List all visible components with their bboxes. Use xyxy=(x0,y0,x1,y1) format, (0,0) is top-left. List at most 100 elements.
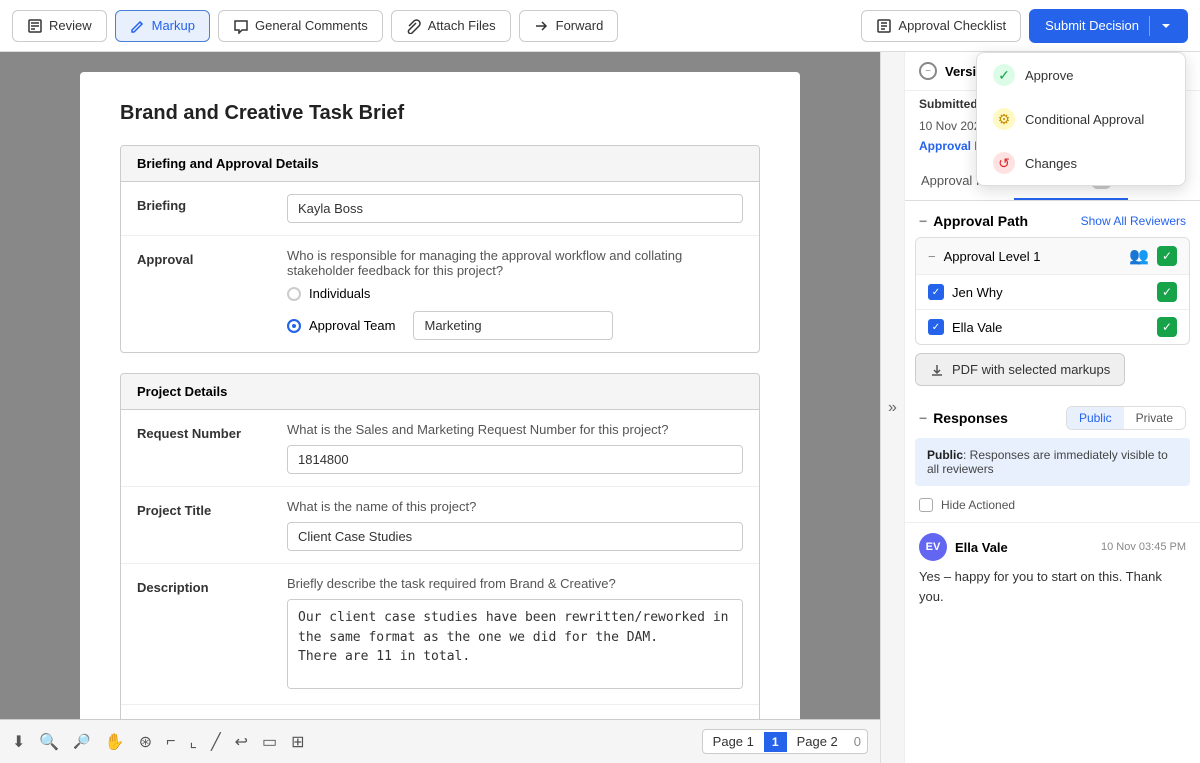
changes-label: Changes xyxy=(1025,156,1077,171)
show-all-reviewers-link[interactable]: Show All Reviewers xyxy=(1081,214,1186,228)
radio-team-row: Approval Team xyxy=(287,311,743,340)
toggle-private[interactable]: Private xyxy=(1124,407,1185,429)
markup-label: Markup xyxy=(152,18,195,33)
pdf-button-label: PDF with selected markups xyxy=(952,362,1110,377)
description-textarea[interactable]: Our client case studies have been rewrit… xyxy=(287,599,743,689)
approve-label: Approve xyxy=(1025,68,1073,83)
request-number-content: What is the Sales and Marketing Request … xyxy=(287,422,743,474)
radio-group: Individuals Approval Team xyxy=(287,286,743,340)
submit-decision-dropdown: ✓ Approve ⚙ Conditional Approval ↺ Chang… xyxy=(976,52,1186,186)
briefing-label: Briefing xyxy=(137,194,267,213)
markup-button[interactable]: Markup xyxy=(115,10,210,42)
document-paper: Brand and Creative Task Brief Briefing a… xyxy=(80,72,800,719)
approve-icon: ✓ xyxy=(993,64,1015,86)
page2-button[interactable]: Page 2 xyxy=(787,730,848,753)
approval-content: Who is responsible for managing the appr… xyxy=(287,248,743,340)
comment-time: 10 Nov 03:45 PM xyxy=(1101,541,1186,553)
project-title-row: Project Title What is the name of this p… xyxy=(121,487,759,564)
reviewer-checkbox-1[interactable]: ✓ xyxy=(928,284,944,300)
submit-decision-button[interactable]: Submit Decision xyxy=(1029,9,1188,43)
review-button[interactable]: Review xyxy=(12,10,107,42)
btn-divider xyxy=(1149,16,1150,36)
diagonal-icon[interactable]: ╱ xyxy=(211,732,221,752)
lasso-icon[interactable]: ⊛ xyxy=(139,732,152,752)
comment-entry: EV Ella Vale 10 Nov 03:45 PM Yes – happy… xyxy=(905,522,1200,616)
review-label: Review xyxy=(49,18,92,33)
radio-team[interactable]: Approval Team xyxy=(287,318,395,333)
bottom-toolbar: ⬇ 🔍 🔎 ✋ ⊛ ⌐ ⌞ ╱ ↩ ▭ ⊞ Page 1 1 Page 2 0 xyxy=(0,719,880,763)
corner-icon[interactable]: ⌞ xyxy=(189,732,197,752)
approval-label: Approval xyxy=(137,248,267,267)
forward-label: Forward xyxy=(556,18,604,33)
rect-icon[interactable]: ▭ xyxy=(262,732,277,752)
reviewer2-check: ✓ xyxy=(1157,317,1177,337)
pdf-button[interactable]: PDF with selected markups xyxy=(915,353,1125,386)
project-title-input[interactable] xyxy=(287,522,743,551)
public-note-text: : Responses are immediately visible to a… xyxy=(927,448,1168,476)
page1-button[interactable]: Page 1 xyxy=(703,730,764,753)
approval-path-title: − Approval Path xyxy=(919,213,1028,229)
request-number-input[interactable] xyxy=(287,445,743,474)
approval-question: Who is responsible for managing the appr… xyxy=(287,248,743,278)
group-icon: 👥 xyxy=(1129,246,1149,266)
zoom-in-icon[interactable]: 🔍 xyxy=(39,732,59,752)
request-number-row: Request Number What is the Sales and Mar… xyxy=(121,410,759,487)
briefing-section: Briefing and Approval Details Briefing A… xyxy=(120,145,760,353)
general-comments-label: General Comments xyxy=(255,18,368,33)
approval-checklist-button[interactable]: Approval Checklist xyxy=(861,10,1021,42)
radio-individuals[interactable]: Individuals xyxy=(287,286,743,301)
project-title-label: Project Title xyxy=(137,499,267,518)
public-note: Public: Responses are immediately visibl… xyxy=(915,438,1190,486)
public-note-label: Public xyxy=(927,448,963,462)
document-wrapper: Brand and Creative Task Brief Briefing a… xyxy=(0,52,880,763)
version-collapse-button[interactable]: − xyxy=(919,62,937,80)
hide-actioned-row: Hide Actioned xyxy=(905,494,1200,522)
undo-icon[interactable]: ↩ xyxy=(235,732,248,752)
description-content: Briefly describe the task required from … xyxy=(287,576,743,692)
approval-row: Approval Who is responsible for managing… xyxy=(121,236,759,352)
dropdown-conditional[interactable]: ⚙ Conditional Approval xyxy=(977,97,1185,141)
comment-author: Ella Vale xyxy=(955,540,1093,555)
grid-icon[interactable]: ⊞ xyxy=(291,732,304,752)
request-question: What is the Sales and Marketing Request … xyxy=(287,422,743,437)
approval-path-collapse[interactable]: − xyxy=(919,213,927,229)
panel-collapse-button[interactable]: » xyxy=(881,52,905,763)
comment-header: EV Ella Vale 10 Nov 03:45 PM xyxy=(919,533,1186,561)
level-check-icon: ✓ xyxy=(1157,246,1177,266)
level-collapse-button[interactable]: − xyxy=(928,249,936,264)
description-question: Briefly describe the task required from … xyxy=(287,576,743,591)
document-scroll-area[interactable]: Brand and Creative Task Brief Briefing a… xyxy=(0,52,880,719)
approval-path-label: Approval Path xyxy=(933,213,1028,229)
attach-files-button[interactable]: Attach Files xyxy=(391,10,511,42)
responses-header: − Responses Public Private xyxy=(905,394,1200,438)
briefing-input[interactable] xyxy=(287,194,743,223)
download-icon[interactable]: ⬇ xyxy=(12,732,25,752)
reviewer-row-2: ✓ Ella Vale ✓ xyxy=(916,309,1189,344)
responses-collapse[interactable]: − xyxy=(919,410,927,426)
approval-level-header: − Approval Level 1 👥 ✓ xyxy=(916,238,1189,274)
page1-badge: 1 xyxy=(764,732,787,752)
reviewer-checkbox-2[interactable]: ✓ xyxy=(928,319,944,335)
project-section: Project Details Request Number What is t… xyxy=(120,373,760,719)
page-indicator: Page 1 1 Page 2 0 xyxy=(702,729,868,754)
project-title-content: What is the name of this project? xyxy=(287,499,743,551)
zoom-out-icon[interactable]: 🔎 xyxy=(73,733,90,750)
general-comments-button[interactable]: General Comments xyxy=(218,10,383,42)
attach-files-label: Attach Files xyxy=(428,18,496,33)
team-input[interactable] xyxy=(413,311,613,340)
radio-individuals-label: Individuals xyxy=(309,286,370,301)
briefing-content xyxy=(287,194,743,223)
briefing-section-header: Briefing and Approval Details xyxy=(121,146,759,182)
line-icon[interactable]: ⌐ xyxy=(166,733,175,751)
description-label: Description xyxy=(137,576,267,595)
toggle-public[interactable]: Public xyxy=(1067,407,1124,429)
request-number-label: Request Number xyxy=(137,422,267,441)
dropdown-approve[interactable]: ✓ Approve xyxy=(977,53,1185,97)
forward-button[interactable]: Forward xyxy=(519,10,619,42)
dropdown-changes[interactable]: ↺ Changes xyxy=(977,141,1185,185)
responses-label: Responses xyxy=(933,410,1008,426)
reviewer-name-2: Ella Vale xyxy=(952,320,1149,335)
hide-actioned-checkbox[interactable] xyxy=(919,498,933,512)
pan-icon[interactable]: ✋ xyxy=(105,732,125,752)
hide-actioned-label: Hide Actioned xyxy=(941,498,1015,512)
